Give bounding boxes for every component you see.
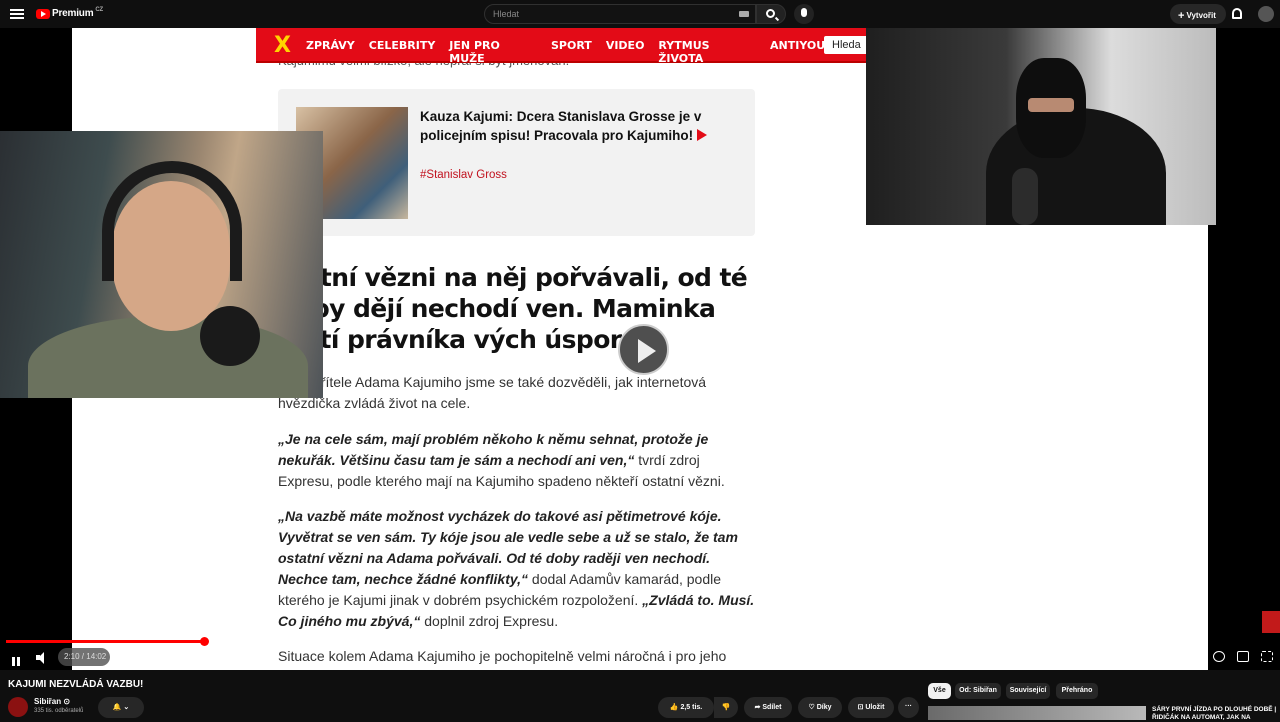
progress-scrubber[interactable]	[200, 637, 209, 646]
site-nav-item: CELEBRITY	[368, 39, 436, 52]
subtitles-icon[interactable]	[1188, 651, 1200, 662]
youtube-play-icon	[36, 8, 50, 19]
microphone-icon	[801, 8, 807, 17]
settings-gear-icon[interactable]	[1213, 651, 1225, 662]
progress-played	[6, 640, 204, 643]
search-icon	[766, 9, 775, 18]
site-nav-item: ZPRÁVY	[306, 39, 355, 52]
fullscreen-icon[interactable]	[1261, 651, 1273, 662]
video-title: KAJUMI NEZVLÁDÁ VAZBU!	[8, 679, 144, 690]
article-headline: statní vězni na něj pořvávali, od té dob…	[278, 263, 748, 354]
dislike-button[interactable]: 👎	[714, 697, 738, 718]
thanks-button[interactable]: ♡ Díky	[798, 697, 842, 718]
streamer-webcam-right	[866, 28, 1216, 225]
volume-icon[interactable]	[36, 652, 48, 664]
red-play-icon	[697, 129, 708, 141]
plus-icon: +	[1178, 10, 1185, 22]
channel-avatar[interactable]	[8, 697, 28, 717]
menu-icon[interactable]	[10, 7, 24, 21]
keyboard-icon[interactable]	[739, 11, 749, 17]
video-player[interactable]: Kajumimu velmi blízko, ale nepřál si být…	[0, 28, 1280, 670]
progress-bar[interactable]	[6, 637, 1206, 646]
big-play-button[interactable]	[618, 324, 669, 375]
create-button[interactable]: + Vytvořit	[1170, 4, 1226, 24]
filter-chip[interactable]: Přehráno	[1056, 683, 1098, 699]
filter-chip[interactable]: Související	[1006, 683, 1050, 699]
site-nav-items: ZPRÁVY CELEBRITY JEN PRO MUŽE SPORT VIDEO RYT…	[306, 39, 866, 65]
filter-chip[interactable]: Vše	[928, 683, 951, 699]
channel-watermark-icon	[1262, 611, 1280, 633]
site-nav-item: VIDEO	[605, 39, 645, 52]
channel-name[interactable]: Sibiřan ⊙	[34, 697, 70, 706]
voice-search-button[interactable]	[794, 4, 814, 24]
filter-chip[interactable]: Od: Sibiřan	[955, 683, 1001, 699]
recommended-video-thumbnail[interactable]	[928, 706, 1146, 720]
top-bar: Premium CZ Hledat + Vytvořit	[0, 0, 1280, 28]
miniplayer-icon[interactable]	[1237, 651, 1249, 662]
streamer-webcam-left	[0, 131, 323, 398]
related-article-tag: #Stanislav Gross	[420, 169, 507, 181]
account-avatar[interactable]	[1258, 6, 1274, 22]
notifications-bell-icon[interactable]	[1232, 8, 1242, 19]
article-paragraph-4: Situace kolem Adama Kajumiho je pochopit…	[278, 648, 727, 664]
site-search-box: Hleda	[824, 36, 866, 54]
save-button[interactable]: ⊡ Uložit	[848, 697, 894, 718]
site-nav-item: SPORT	[550, 39, 592, 52]
notification-dropdown-button[interactable]: 🔔 ⌄	[98, 697, 144, 718]
related-article-card: Kauza Kajumi: Dcera Stanislava Grosse je…	[278, 89, 755, 236]
pause-icon[interactable]	[12, 653, 22, 669]
share-button[interactable]: ➦ Sdílet	[744, 697, 792, 718]
site-nav-item: RYTMUS ŽIVOTA	[658, 39, 710, 65]
search-button[interactable]	[756, 4, 786, 24]
autoplay-toggle-icon[interactable]	[1161, 651, 1172, 662]
article-paragraph-2: „Je na cele sám, mají problém někoho k n…	[278, 431, 725, 489]
article-paragraph-3: „Na vazbě máte možnost vycházek do takov…	[278, 508, 755, 629]
site-nav-item: JEN PRO MUŽE	[449, 39, 500, 65]
like-button[interactable]: 👍 2,5 tis.	[658, 697, 714, 718]
subscriber-count: 335 tis. odběratelů	[34, 708, 84, 714]
site-navbar: X ZPRÁVY CELEBRITY JEN PRO MUŽE SPORT VIDEO R…	[256, 28, 866, 65]
search-input[interactable]: Hledat	[484, 4, 756, 24]
more-actions-button[interactable]: ···	[898, 697, 919, 718]
related-article-title: Kauza Kajumi: Dcera Stanislava Grosse je…	[420, 107, 720, 145]
site-logo-x: X	[274, 33, 291, 58]
youtube-logo[interactable]: Premium CZ	[36, 7, 103, 19]
time-display: 2:10 / 14:02	[58, 648, 110, 666]
article-paragraph-1: bého přítele Adama Kajumiho jsme se také…	[278, 374, 707, 411]
